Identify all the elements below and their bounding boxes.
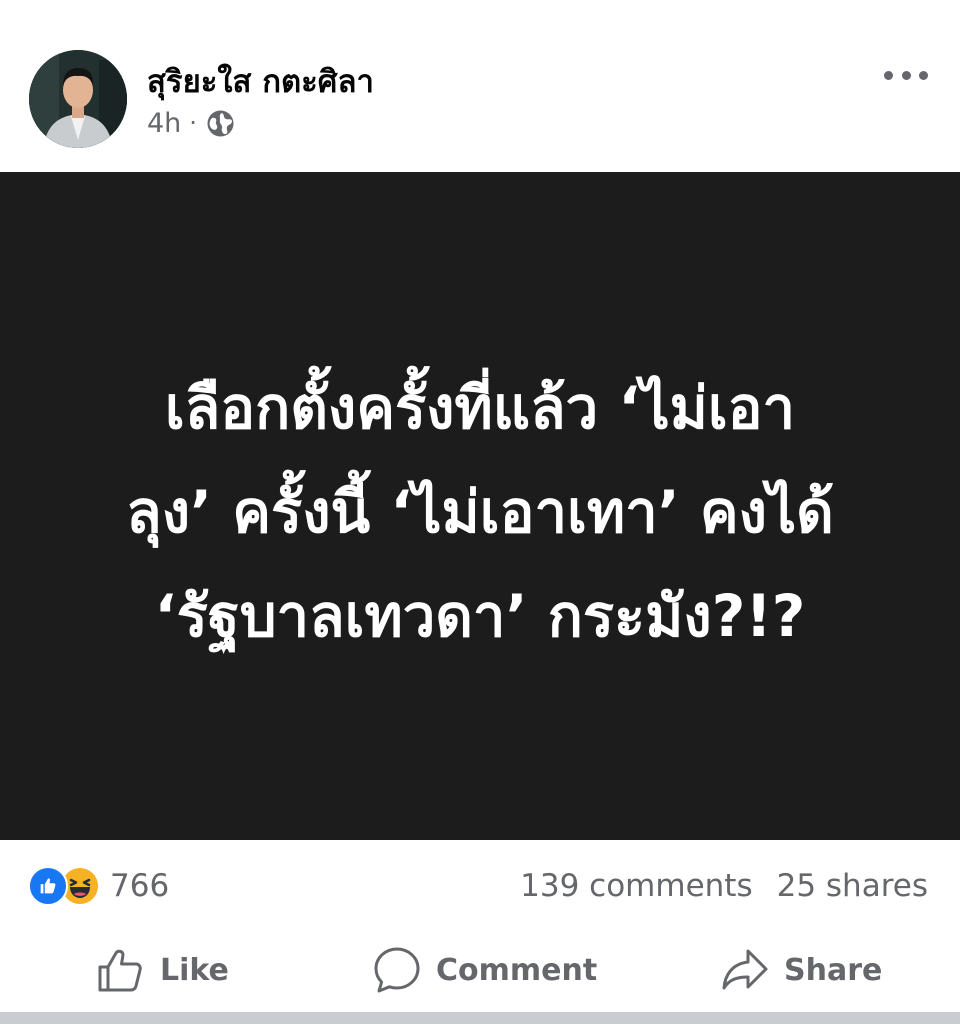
- post-header: สุริยะใส กตะศิลา 4h ·: [0, 0, 960, 172]
- author-avatar[interactable]: [29, 50, 127, 148]
- share-label: Share: [784, 952, 883, 988]
- meta-separator: ·: [189, 109, 197, 137]
- thumbs-up-icon: [98, 949, 142, 992]
- like-button[interactable]: Like: [96, 940, 229, 1000]
- more-horizontal-icon: [901, 70, 911, 80]
- comments-count[interactable]: 139 comments: [520, 868, 752, 904]
- post-options-button[interactable]: [884, 60, 928, 90]
- engagement-counts: 139 comments 25 shares: [520, 866, 928, 906]
- post-meta: 4h ·: [147, 106, 235, 140]
- globe-icon: [206, 109, 235, 138]
- comment-button[interactable]: Comment: [372, 940, 597, 1000]
- comment-label: Comment: [436, 952, 598, 988]
- more-horizontal-icon: [919, 70, 928, 80]
- reactions-summary[interactable]: 766: [28, 866, 169, 906]
- more-horizontal-icon: [884, 70, 893, 80]
- image-text-line: ‘รัฐบาลเทวดา’ กระมัง?!?: [154, 582, 806, 650]
- like-label: Like: [160, 952, 229, 988]
- engagement-summary: 766 139 comments 25 shares: [0, 840, 960, 932]
- image-text-line: ลุง’ ครั้งนี้ ‘ไม่เอาเทา’ คงได้: [126, 478, 834, 546]
- image-text-line: เลือกตั้งครั้งที่แล้ว ‘ไม่เอา: [164, 374, 796, 442]
- post-actions: Like Comment Share: [0, 932, 960, 1008]
- post-timestamp[interactable]: 4h: [147, 108, 181, 139]
- reaction-count: 766: [110, 868, 170, 904]
- share-arrow-icon: [722, 949, 768, 990]
- comment-bubble-icon: [374, 947, 420, 993]
- post-image[interactable]: เลือกตั้งครั้งที่แล้ว ‘ไม่เอา ลุง’ ครั้ง…: [0, 172, 960, 840]
- like-reaction-icon: [28, 866, 68, 906]
- post-divider: [0, 1012, 960, 1024]
- post-image-text: เลือกตั้งครั้งที่แล้ว ‘ไม่เอา ลุง’ ครั้ง…: [50, 356, 910, 668]
- author-name[interactable]: สุริยะใส กตะศิลา: [147, 56, 374, 106]
- share-button[interactable]: Share: [720, 940, 882, 1000]
- shares-count[interactable]: 25 shares: [777, 868, 928, 904]
